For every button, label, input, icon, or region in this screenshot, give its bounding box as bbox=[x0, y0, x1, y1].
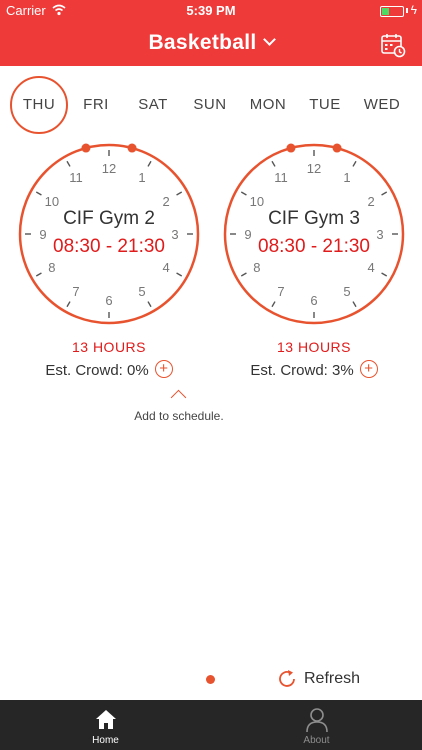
gym-hours-range: 08:30 - 21:30 bbox=[258, 236, 370, 257]
sport-selector[interactable]: Basketball bbox=[0, 31, 422, 55]
chevron-down-icon bbox=[262, 33, 276, 46]
clock-tick bbox=[66, 160, 71, 167]
clock-number: 2 bbox=[368, 194, 375, 209]
clock-tick bbox=[381, 191, 388, 196]
home-icon bbox=[96, 710, 116, 729]
day-tab-sun[interactable]: SUN bbox=[181, 76, 239, 134]
clock-tick bbox=[352, 301, 357, 308]
gym-clock[interactable]: 12 1 2 3 4 5 6 7 8 9 10 11 CIF Gym 2 08:30 - 21:30 bbox=[15, 140, 203, 328]
gym-hours-range: 08:30 - 21:30 bbox=[53, 236, 165, 257]
charging-bolt-icon: ϟ bbox=[410, 3, 417, 17]
total-hours: 13 HOURS bbox=[71, 339, 147, 355]
page-indicator-dot bbox=[206, 675, 215, 684]
clock-number: 5 bbox=[138, 284, 145, 299]
tab-about-label: About bbox=[303, 735, 330, 746]
clock-number: 1 bbox=[343, 170, 350, 185]
clock-number: 4 bbox=[163, 260, 170, 275]
clock-number: 11 bbox=[274, 170, 288, 185]
clock-face: 121234567891011 bbox=[18, 143, 200, 325]
clock-number: 4 bbox=[368, 260, 375, 275]
battery-tip bbox=[406, 8, 408, 13]
person-icon bbox=[306, 708, 328, 733]
page-title: Basketball bbox=[148, 31, 257, 54]
gym-clock[interactable]: 12 1 2 3 4 5 6 7 8 9 10 11 CIF Gym 3 08:30 - 21:30 bbox=[220, 140, 408, 328]
clock-number: 11 bbox=[69, 170, 83, 185]
total-hours: 13 HOURS bbox=[276, 339, 352, 355]
tab-home[interactable]: Home bbox=[0, 700, 211, 750]
clock-tick bbox=[147, 301, 152, 308]
clock-number: 6 bbox=[310, 293, 317, 308]
day-selector: THU FRI SAT SUN MON TUE WED bbox=[0, 66, 422, 142]
day-tab-thu[interactable]: THU bbox=[10, 76, 68, 134]
clock-hour-marker bbox=[81, 143, 91, 153]
clock-number: 8 bbox=[48, 260, 55, 275]
calendar-schedule-icon[interactable] bbox=[380, 32, 406, 58]
clock-number: 1 bbox=[138, 170, 145, 185]
day-tab-mon[interactable]: MON bbox=[239, 76, 297, 134]
clock-hour-marker bbox=[332, 143, 342, 153]
clock-number: 8 bbox=[253, 260, 260, 275]
clock-number: 7 bbox=[72, 284, 79, 299]
tab-home-label: Home bbox=[92, 735, 119, 746]
day-tab-fri[interactable]: FRI bbox=[67, 76, 125, 134]
crowd-label: Est. Crowd: 0% bbox=[45, 362, 149, 379]
clock-tick bbox=[381, 272, 388, 277]
clock-number: 10 bbox=[250, 194, 264, 209]
clock-tick bbox=[176, 272, 183, 277]
battery-icon bbox=[380, 6, 404, 17]
day-tab-wed[interactable]: WED bbox=[353, 76, 411, 134]
refresh-icon bbox=[279, 670, 295, 687]
clock-tick bbox=[240, 191, 247, 196]
clock-tick bbox=[66, 301, 71, 308]
clock-tick bbox=[352, 160, 357, 167]
clock-number: 12 bbox=[307, 161, 321, 176]
clock-tick bbox=[35, 191, 42, 196]
clock-number: 6 bbox=[105, 293, 112, 308]
clock-number: 12 bbox=[102, 161, 116, 176]
clock-number: 5 bbox=[343, 284, 350, 299]
clock-hour-marker bbox=[286, 143, 296, 153]
plus-circle-icon[interactable]: + bbox=[154, 360, 173, 379]
refresh-button[interactable]: Refresh bbox=[276, 667, 360, 691]
day-tab-tue[interactable]: TUE bbox=[296, 76, 354, 134]
clock-tick bbox=[271, 301, 276, 308]
clock-tick bbox=[240, 272, 247, 277]
crowd-estimate: Est. Crowd: 0% + bbox=[14, 360, 204, 380]
clock-number: 2 bbox=[163, 194, 170, 209]
crowd-label: Est. Crowd: 3% bbox=[250, 362, 354, 379]
clock-face: 121234567891011 bbox=[223, 143, 405, 325]
clock-hour-marker bbox=[127, 143, 137, 153]
clock-number: 7 bbox=[277, 284, 284, 299]
plus-circle-icon[interactable]: + bbox=[359, 360, 378, 379]
add-to-schedule-hint[interactable]: Add to schedule. bbox=[0, 409, 358, 423]
tab-bar: Home About bbox=[0, 700, 422, 750]
clock-tick bbox=[271, 160, 276, 167]
refresh-label: Refresh bbox=[304, 670, 361, 687]
gym-name: CIF Gym 3 bbox=[268, 208, 360, 229]
clock-tick bbox=[147, 160, 152, 167]
nav-bar: Basketball bbox=[0, 22, 422, 66]
status-bar: Carrier 5:39 PM ϟ bbox=[0, 0, 422, 22]
clock-tick bbox=[176, 191, 183, 196]
day-tab-sat[interactable]: SAT bbox=[124, 76, 182, 134]
clock-number: 10 bbox=[45, 194, 59, 209]
status-time: 5:39 PM bbox=[186, 3, 236, 18]
chevron-up-icon[interactable] bbox=[170, 389, 187, 406]
gym-name: CIF Gym 2 bbox=[63, 208, 155, 229]
tab-about[interactable]: About bbox=[211, 700, 422, 750]
crowd-estimate: Est. Crowd: 3% + bbox=[219, 360, 409, 380]
clock-tick bbox=[35, 272, 42, 277]
